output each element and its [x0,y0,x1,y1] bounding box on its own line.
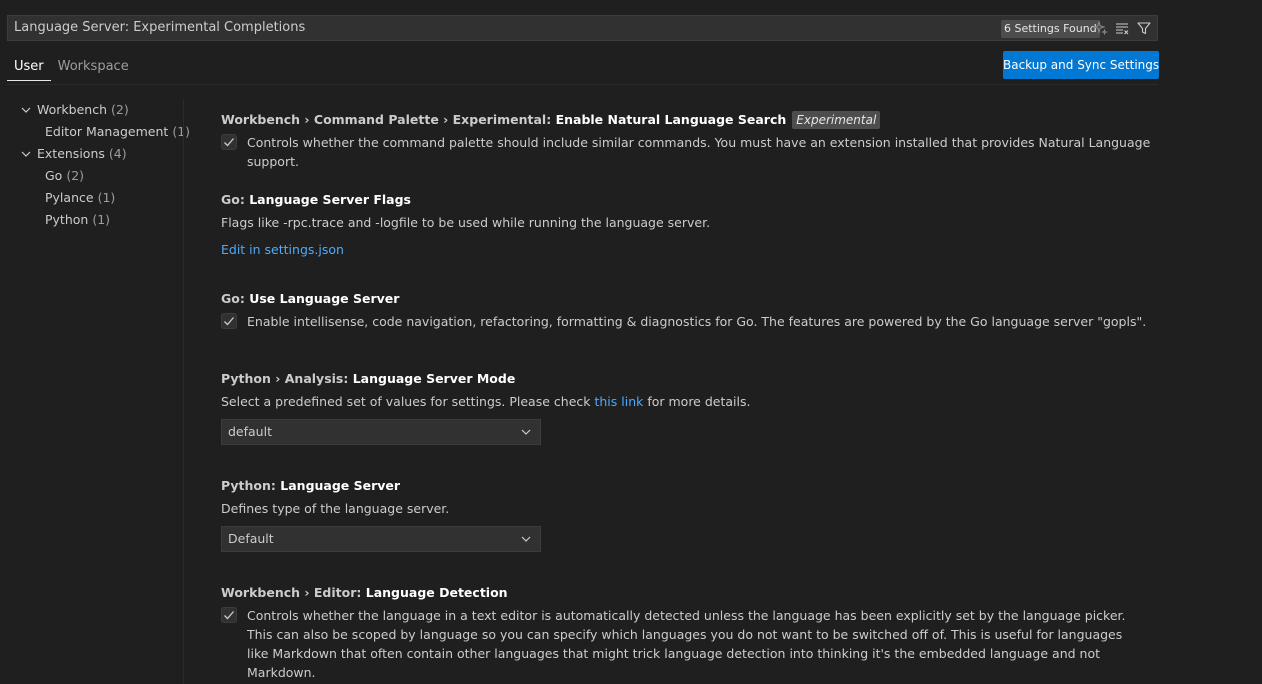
setting-language-detection: Workbench › Editor: Language Detection C… [221,583,1151,682]
settings-count-badge: 6 Settings Found [1001,20,1100,38]
edit-in-settings-json-link[interactable]: Edit in settings.json [221,242,344,257]
toc-item-count: (1) [172,124,191,139]
search-actions [1091,19,1153,37]
toc-item-count: (4) [108,146,127,161]
search-bar: 6 Settings Found [7,15,1158,41]
tab-workspace[interactable]: Workspace [51,54,136,80]
setting-label: Language Detection [365,585,508,600]
toc-item-label: Pylance [45,190,94,205]
toc-divider [183,99,184,684]
clear-filter-icon[interactable] [1113,19,1131,37]
setting-label: Language Server Flags [249,192,411,207]
toc-item-workbench[interactable]: Workbench (2) [0,99,183,121]
checkmark-icon [224,317,234,326]
setting-category: Python › Analysis: [221,371,353,386]
search-input[interactable] [14,16,974,40]
checkmark-icon [224,611,234,620]
toc-item-pylance[interactable]: Pylance (1) [0,187,183,209]
setting-python-language-server-mode: Python › Analysis: Language Server Mode … [221,369,1151,445]
setting-label: Language Server [280,478,401,493]
toc-item-count: (2) [66,168,85,183]
toc-item-count: (1) [92,212,111,227]
setting-checkbox-row: Enable intellisense, code navigation, re… [221,312,1151,331]
toc-item-label: Workbench [37,102,107,117]
setting-checkbox-row: Controls whether the command palette sho… [221,133,1151,171]
setting-natural-language-search: Workbench › Command Palette › Experiment… [221,110,1151,171]
toc-item-count: (2) [111,102,129,117]
setting-description: Defines type of the language server. [221,501,450,516]
setting-description: Select a predefined set of values for se… [221,392,1151,411]
toc-item-editor-management[interactable]: Editor Management (1) [0,121,190,143]
toc-item-python[interactable]: Python (1) [0,209,183,231]
setting-label: Enable Natural Language Search [555,112,787,127]
description-text: Select a predefined set of values for se… [221,394,595,409]
setting-title: Go: Language Server Flags [221,190,1151,210]
language-server-mode-select[interactable]: default [221,419,541,445]
setting-description: Controls whether the language in a text … [247,608,1126,680]
sparkle-icon[interactable] [1091,19,1109,37]
settings-editor: 6 Settings Found User Workspace Backup a… [0,0,1262,684]
select-value: Default [228,531,274,546]
description-text: for more details. [643,394,751,409]
chevron-down-icon [20,104,32,116]
setting-title: Workbench › Command Palette › Experiment… [221,110,1151,130]
chevron-down-icon [20,148,32,160]
scope-tabs: User Workspace [7,54,136,81]
setting-category: Go: [221,192,250,207]
setting-go-use-language-server: Go: Use Language Server Enable intellise… [221,289,1151,331]
language-server-select[interactable]: Default [221,526,541,552]
toc-item-label: Go [45,168,63,183]
setting-title: Python › Analysis: Language Server Mode [221,369,1151,389]
toc-item-label: Editor Management [45,124,169,139]
setting-description: Flags like -rpc.trace and -logfile to be… [221,215,711,230]
select-value: default [228,424,272,439]
tabs-divider [7,84,1158,85]
filter-icon[interactable] [1135,19,1153,37]
setting-label: Use Language Server [249,291,400,306]
setting-checkbox-row: Controls whether the language in a text … [221,606,1151,682]
toc-item-label: Extensions [37,146,105,161]
toc-item-extensions[interactable]: Extensions (4) [0,143,183,165]
setting-description: Enable intellisense, code navigation, re… [247,314,1147,329]
setting-category: Python: [221,478,281,493]
chevron-down-icon [521,536,531,542]
setting-label: Language Server Mode [352,371,516,386]
toc-item-count: (1) [97,190,116,205]
toc-item-go[interactable]: Go (2) [0,165,183,187]
setting-title: Go: Use Language Server [221,289,1151,309]
checkmark-icon [224,138,234,147]
toc-item-label: Python [45,212,89,227]
tab-user[interactable]: User [7,54,51,81]
this-link[interactable]: this link [594,394,643,409]
chevron-down-icon [521,429,531,435]
setting-category: Workbench › Editor: [221,585,366,600]
setting-go-language-server-flags: Go: Language Server Flags Flags like -rp… [221,190,1151,259]
setting-description: Controls whether the command palette sho… [247,135,1151,169]
setting-category: Go: [221,291,250,306]
setting-checkbox[interactable] [221,313,237,329]
setting-title: Workbench › Editor: Language Detection [221,583,1151,603]
setting-python-language-server: Python: Language Server Defines type of … [221,476,1151,552]
setting-checkbox[interactable] [221,607,237,623]
setting-title: Python: Language Server [221,476,1151,496]
backup-and-sync-button[interactable]: Backup and Sync Settings [1003,51,1159,79]
setting-category: Workbench › Command Palette › Experiment… [221,112,556,127]
experimental-tag: Experimental [792,111,881,129]
setting-checkbox[interactable] [221,134,237,150]
settings-toc: Workbench (2) Editor Management (1) Exte… [0,99,190,231]
